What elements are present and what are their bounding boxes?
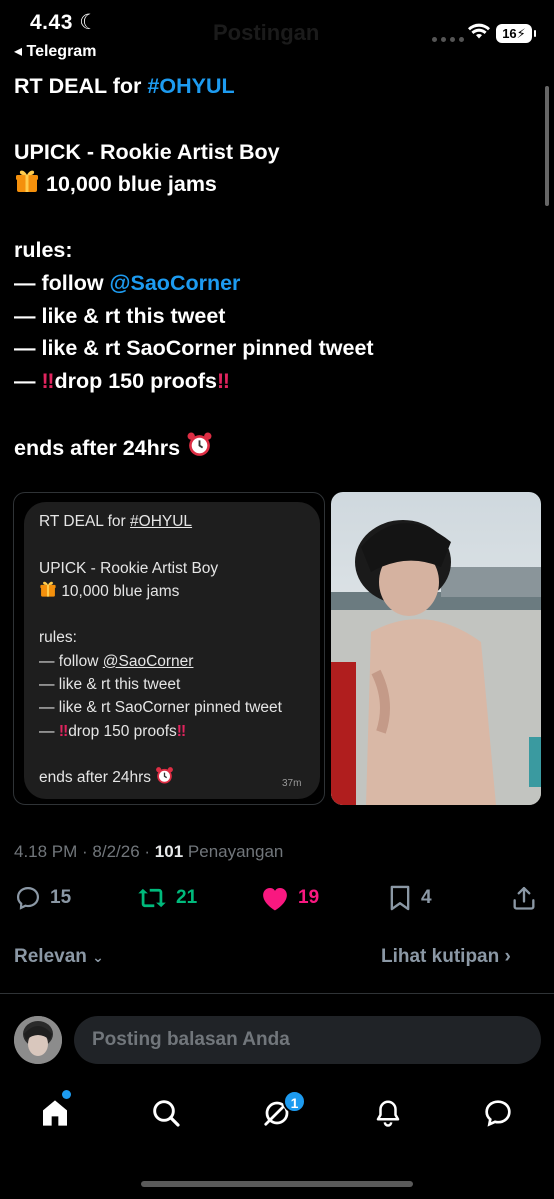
- nav-messages[interactable]: [468, 1082, 528, 1144]
- reply-icon: [16, 886, 40, 910]
- gift-icon: [14, 168, 40, 204]
- home-new-dot: [62, 1090, 71, 1099]
- messages-icon: [485, 1100, 511, 1127]
- tweet-date: 8/2/26: [92, 842, 140, 861]
- chevron-down-icon: ⌄: [92, 949, 104, 965]
- mention-link[interactable]: @SaoCorner: [110, 271, 241, 295]
- nav-home[interactable]: [25, 1082, 85, 1144]
- signal-icon: [432, 37, 464, 42]
- battery-indicator: 16⚡: [496, 24, 536, 43]
- bookmark-count: 4: [421, 887, 432, 908]
- avatar[interactable]: [14, 1016, 62, 1064]
- like-count: 19: [298, 887, 320, 908]
- reply-count: 15: [50, 887, 72, 908]
- retweet-icon: [138, 888, 166, 908]
- views-label: Penayangan: [183, 842, 284, 861]
- charging-icon: ⚡: [516, 26, 526, 41]
- scrollbar[interactable]: [545, 86, 549, 206]
- home-icon: [43, 1100, 67, 1126]
- bookmark-icon: [390, 885, 410, 911]
- search-icon: [153, 1100, 180, 1127]
- status-time: 4.43 ☾: [30, 11, 99, 34]
- share-button[interactable]: [510, 884, 538, 912]
- tweet-text: RT DEAL for #OHYUL UPICK - Rookie Artist…: [14, 70, 374, 464]
- reply-input[interactable]: Posting balasan Anda: [74, 1016, 541, 1064]
- retweet-count: 21: [176, 887, 198, 908]
- home-indicator: [141, 1181, 413, 1187]
- gift-icon: [39, 580, 57, 605]
- double-exclamation-icon: ‼: [216, 369, 230, 394]
- bubble-timestamp: 37m: [282, 778, 302, 789]
- bubble-text: RT DEAL for #OHYUL UPICK - Rookie Artist…: [39, 510, 282, 790]
- tweet-timestamp: 4.18 PM: [14, 842, 78, 861]
- wifi-icon: [467, 22, 491, 45]
- tweet-meta: 4.18 PM · 8/2/26 · 101 Penayangan: [14, 842, 284, 861]
- double-exclamation-icon: ‼: [58, 722, 69, 740]
- sort-dropdown[interactable]: Relevan ⌄: [14, 946, 104, 968]
- nav-notifications[interactable]: [358, 1082, 418, 1144]
- moon-icon: ☾: [79, 11, 99, 34]
- divider: [0, 993, 554, 994]
- like-button[interactable]: 19: [260, 884, 319, 912]
- retweet-button[interactable]: 21: [136, 884, 197, 912]
- view-quotes-link[interactable]: Lihat kutipan ›: [381, 946, 511, 968]
- double-exclamation-icon: ‼: [176, 722, 187, 740]
- nav-search[interactable]: [136, 1082, 196, 1144]
- back-to-telegram[interactable]: ◂ Telegram: [14, 41, 96, 61]
- bottom-nav: [0, 1082, 554, 1144]
- page-title: Postingan: [213, 20, 320, 45]
- bell-icon: [376, 1100, 400, 1127]
- media-image-2[interactable]: [331, 492, 541, 805]
- alarm-clock-icon: [155, 766, 174, 792]
- views-count: 101: [154, 842, 184, 861]
- bookmark-button[interactable]: 4: [387, 884, 432, 912]
- chevron-right-icon: ›: [504, 946, 511, 967]
- share-icon: [513, 886, 535, 910]
- tweet-actions: 15 21 19 4: [14, 884, 540, 918]
- photo-illustration: [331, 520, 541, 805]
- hashtag-link[interactable]: #OHYUL: [147, 74, 234, 98]
- heart-icon: [263, 888, 287, 911]
- notification-badge: 1: [283, 1090, 306, 1113]
- alarm-clock-icon: [186, 431, 213, 468]
- reply-button[interactable]: 15: [14, 884, 71, 912]
- double-exclamation-icon: ‼: [41, 369, 55, 394]
